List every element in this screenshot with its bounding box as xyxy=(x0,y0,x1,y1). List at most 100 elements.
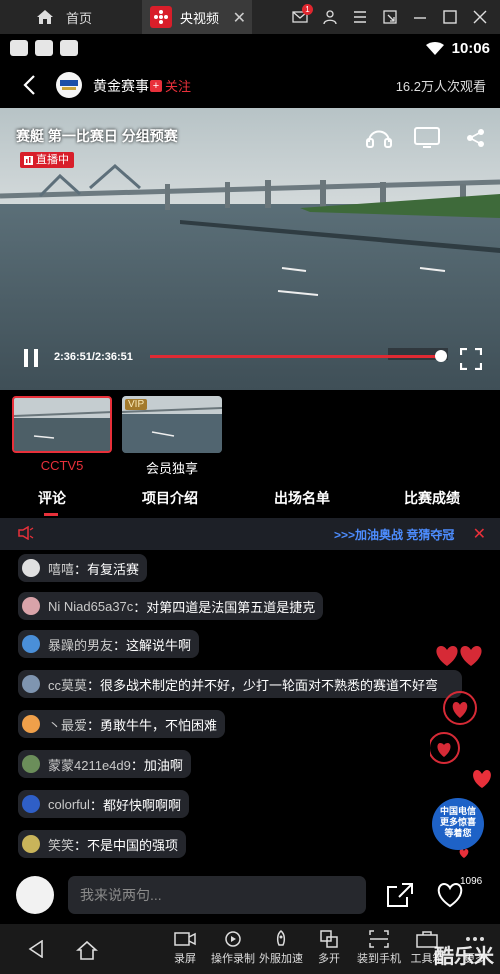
fullscreen-icon[interactable] xyxy=(460,348,482,370)
mail-icon[interactable]: 1 xyxy=(292,4,313,25)
my-avatar[interactable] xyxy=(16,876,54,914)
announcement-bar[interactable]: >>>加油奥战 竞猜夺冠 ✕ xyxy=(0,518,500,550)
tool-label: 操作录制 xyxy=(211,953,255,965)
comment-nick[interactable]: cc莫莫 xyxy=(48,675,87,694)
comment-nick[interactable]: colorful xyxy=(48,797,90,812)
tab-comments[interactable]: 评论 xyxy=(38,488,66,508)
promo-line: 等着您 xyxy=(444,828,472,838)
user-icon[interactable] xyxy=(322,9,338,25)
headset-icon[interactable] xyxy=(366,126,392,148)
promo-badge[interactable]: 中国电信 更多惊喜 等着您 xyxy=(432,798,484,850)
avatar[interactable] xyxy=(22,835,40,853)
comment-item: cc莫莫：很多战术制定的并不好，少打一轮面对不熟悉的赛道不好弯 xyxy=(18,670,462,698)
tool-macro-record[interactable]: 操作录制 xyxy=(208,930,258,966)
nav-home-icon[interactable] xyxy=(76,940,98,960)
live-label: 直播中 xyxy=(36,154,69,166)
comment-text: 勇敢牛牛，不怕困难 xyxy=(100,717,218,733)
comment-nick[interactable]: 丶最爱 xyxy=(48,715,87,734)
avatar[interactable] xyxy=(22,795,40,813)
notification-icon xyxy=(60,40,78,56)
comment-text: 都好快啊啊啊 xyxy=(102,797,181,813)
tool-label: 多开 xyxy=(318,953,340,965)
tool-accelerate[interactable]: 外服加速 xyxy=(256,930,306,966)
viewer-count: 16.2万人次观看 xyxy=(395,79,486,94)
tab-event-intro[interactable]: 项目介绍 xyxy=(142,488,198,508)
comment-text: 加油啊 xyxy=(143,757,183,773)
comment-text: 这解说牛啊 xyxy=(126,637,192,653)
tool-install-to-phone[interactable]: 装到手机 xyxy=(354,930,404,966)
cast-tv-icon[interactable] xyxy=(414,126,440,148)
avatar[interactable] xyxy=(22,755,40,773)
notification-icon xyxy=(35,40,53,56)
avatar[interactable] xyxy=(22,559,40,577)
heart-icon xyxy=(460,646,482,666)
video-title: 赛艇 第一比赛日 分组预赛 xyxy=(16,128,178,144)
notification-badge: 1 xyxy=(302,4,313,15)
comment-text: 很多战术制定的并不好，少打一轮面对不熟悉的赛道不好弯 xyxy=(100,677,439,693)
tab-lineup[interactable]: 出场名单 xyxy=(274,488,330,508)
tab-home[interactable]: 首页 xyxy=(0,0,142,34)
avatar[interactable] xyxy=(22,635,40,653)
tab-active-label: 央视频 xyxy=(180,10,220,26)
tab-results[interactable]: 比赛成绩 xyxy=(404,488,460,508)
video-time: 2:36:51/2:36:51 xyxy=(54,351,133,363)
comment-input-bar: 1096 xyxy=(0,868,500,924)
comment-nick[interactable]: 暴躁的男友 xyxy=(48,635,113,654)
video-player[interactable]: 赛艇 第一比赛日 分组预赛 直播中 2:36:51/2:36:51 xyxy=(0,108,500,390)
close-window-icon[interactable] xyxy=(472,9,488,25)
vip-badge: VIP xyxy=(125,399,148,410)
comment-item: 暴躁的男友 ：这解说牛啊 xyxy=(18,630,200,658)
source-thumb-cctv5[interactable] xyxy=(12,396,112,453)
plus-icon: + xyxy=(150,79,162,92)
avatar[interactable] xyxy=(22,715,40,733)
avatar[interactable] xyxy=(22,597,40,615)
comment-nick[interactable]: Ni Niad65a37c xyxy=(48,599,133,614)
tab-cctv-app[interactable]: 央视频 ✕ xyxy=(142,0,252,34)
tab-close-icon[interactable]: ✕ xyxy=(233,8,246,28)
progress-knob[interactable] xyxy=(435,350,448,362)
source-thumb-vip[interactable]: VIP xyxy=(122,396,222,453)
comment-text: 有复活赛 xyxy=(87,561,140,577)
source-label[interactable]: 会员独享 xyxy=(122,458,222,477)
minimize-icon[interactable] xyxy=(412,9,428,25)
progress-bar[interactable] xyxy=(150,350,448,362)
video-frame xyxy=(0,108,500,390)
heart-icon xyxy=(436,646,458,666)
comment-nick[interactable]: 笑笑 xyxy=(48,835,74,854)
comment-nick[interactable]: 嘻嘻 xyxy=(48,559,74,578)
app-logo-icon xyxy=(150,6,172,28)
follow-button[interactable]: + 关注 xyxy=(150,76,191,95)
promo-line: 更多惊喜 xyxy=(439,817,476,827)
source-label[interactable]: CCTV5 xyxy=(12,458,112,473)
comment-input[interactable] xyxy=(68,876,366,914)
tool-label: 录屏 xyxy=(174,953,196,965)
avatar[interactable] xyxy=(22,675,40,693)
active-tab-indicator xyxy=(44,513,58,516)
comment-nick[interactable]: 蒙蒙4211e4d9 xyxy=(48,755,131,774)
macro-icon xyxy=(225,931,241,947)
tool-label: 装到手机 xyxy=(357,953,401,965)
exit-fullscreen-icon[interactable] xyxy=(382,9,398,25)
share-icon[interactable] xyxy=(466,128,486,148)
comment-item: Ni Niad65a37c：对第四道是法国第五道是捷克 xyxy=(18,592,324,620)
tool-multi-instance[interactable]: 多开 xyxy=(304,930,354,966)
multi-window-icon xyxy=(320,930,338,948)
follow-label: 关注 xyxy=(165,79,192,94)
video-camera-icon xyxy=(174,932,196,946)
close-icon[interactable]: ✕ xyxy=(473,524,486,544)
tool-record-screen[interactable]: 录屏 xyxy=(160,930,210,966)
menu-icon[interactable] xyxy=(352,9,368,25)
comment-item: 丶最爱：勇敢牛牛，不怕困难 xyxy=(18,710,226,738)
nav-back-icon[interactable] xyxy=(28,940,44,958)
share-icon[interactable] xyxy=(386,882,414,908)
maximize-icon[interactable] xyxy=(442,9,458,25)
announcement-text: >>>加油奥战 竞猜夺冠 xyxy=(334,528,455,542)
speaker-icon xyxy=(18,526,34,540)
like-count: 1096 xyxy=(460,876,483,887)
channel-name[interactable]: 黄金赛事 xyxy=(93,76,149,96)
pause-icon[interactable] xyxy=(22,348,40,368)
channel-avatar[interactable] xyxy=(56,72,82,98)
wifi-icon xyxy=(426,42,444,55)
back-icon[interactable] xyxy=(22,74,36,96)
comment-text: 对第四道是法国第五道是捷克 xyxy=(146,599,316,615)
